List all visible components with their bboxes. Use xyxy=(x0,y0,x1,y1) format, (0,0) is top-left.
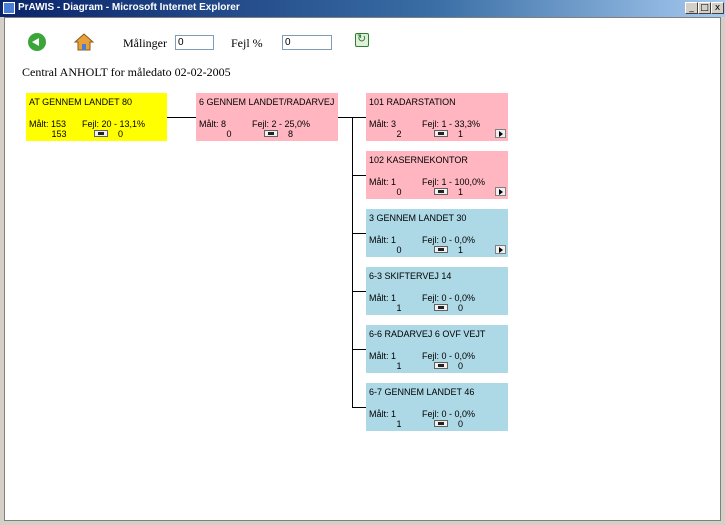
node-malt: Målt: 153 xyxy=(29,119,67,129)
expand-arrow-icon[interactable] xyxy=(495,245,506,254)
node-sub: 1 xyxy=(458,129,464,139)
node-title: 3 GENNEM LANDET 30 xyxy=(369,213,467,223)
node-malt: Målt: 3 xyxy=(369,119,397,129)
node-sub: 0 xyxy=(458,303,464,313)
connector-line xyxy=(352,349,366,350)
node-title: 6-7 GENNEM LANDET 46 xyxy=(369,387,475,397)
phone-icon[interactable] xyxy=(434,362,448,369)
page-content: Målinger Fejl % ↻ Central ANHOLT for mål… xyxy=(4,17,721,521)
phone-icon[interactable] xyxy=(264,130,278,137)
phone-icon[interactable] xyxy=(434,130,448,137)
app-icon xyxy=(3,2,15,14)
page-heading: Central ANHOLT for måledato 02-02-2005 xyxy=(22,65,231,79)
node-count: 153 xyxy=(51,129,67,139)
node-sub: 0 xyxy=(458,361,464,371)
node-malt: Målt: 1 xyxy=(369,351,397,361)
node-title: 6-6 RADARVEJ 6 OVF VEJT xyxy=(369,329,486,339)
node-fejl: Fejl: 20 - 13,1% xyxy=(82,119,146,129)
fejl-label: Fejl % xyxy=(231,36,263,50)
node-title: AT GENNEM LANDET 80 xyxy=(29,97,133,107)
minimize-button[interactable]: _ xyxy=(685,2,698,14)
connector-line xyxy=(352,291,366,292)
node-title: 102 KASERNEKONTOR xyxy=(369,155,468,165)
node-mid[interactable]: 6 GENNEM LANDET/RADARVEJ Målt: 8 Fejl: 2… xyxy=(196,93,338,141)
node-count: 2 xyxy=(396,129,402,139)
phone-icon[interactable] xyxy=(434,304,448,311)
back-icon[interactable] xyxy=(28,33,46,51)
node-fejl: Fejl: 0 - 0,0% xyxy=(422,235,476,245)
node-child-3[interactable]: 3 GENNEM LANDET 30 Målt: 1 Fejl: 0 - 0,0… xyxy=(366,209,508,257)
node-child-4[interactable]: 6-3 SKIFTERVEJ 14 Målt: 1 Fejl: 0 - 0,0%… xyxy=(366,267,508,315)
connector-trunk xyxy=(352,117,353,407)
node-count: 1 xyxy=(396,361,402,371)
phone-icon[interactable] xyxy=(434,188,448,195)
node-sub: 0 xyxy=(458,419,464,429)
node-count: 0 xyxy=(396,187,402,197)
node-malt: Målt: 1 xyxy=(369,409,397,419)
connector-line xyxy=(352,233,366,234)
node-title: 6 GENNEM LANDET/RADARVEJ xyxy=(199,97,335,107)
phone-icon[interactable] xyxy=(434,246,448,253)
window-titlebar: PrAWIS - Diagram - Microsoft Internet Ex… xyxy=(0,0,725,17)
close-button[interactable]: x xyxy=(711,2,724,14)
node-root[interactable]: AT GENNEM LANDET 80 Målt: 153 Fejl: 20 -… xyxy=(26,93,167,141)
node-child-6[interactable]: 6-7 GENNEM LANDET 46 Målt: 1 Fejl: 0 - 0… xyxy=(366,383,508,431)
phone-icon[interactable] xyxy=(94,130,108,137)
node-sub: 0 xyxy=(118,129,124,139)
node-malt: Målt: 1 xyxy=(369,293,397,303)
fejl-input[interactable] xyxy=(282,35,332,50)
node-sub: 1 xyxy=(458,245,464,255)
node-child-2[interactable]: 102 KASERNEKONTOR Målt: 1 Fejl: 1 - 100,… xyxy=(366,151,508,199)
malinger-input[interactable] xyxy=(175,35,214,50)
node-count: 1 xyxy=(396,419,402,429)
node-sub: 8 xyxy=(288,129,294,139)
node-title: 101 RADARSTATION xyxy=(369,97,456,107)
node-count: 1 xyxy=(396,303,402,313)
node-child-1[interactable]: 101 RADARSTATION Målt: 3 Fejl: 1 - 33,3%… xyxy=(366,93,508,141)
expand-arrow-icon[interactable] xyxy=(495,187,506,196)
phone-icon[interactable] xyxy=(434,420,448,427)
node-count: 0 xyxy=(396,245,402,255)
node-child-5[interactable]: 6-6 RADARVEJ 6 OVF VEJT Målt: 1 Fejl: 0 … xyxy=(366,325,508,373)
node-title: 6-3 SKIFTERVEJ 14 xyxy=(369,271,452,281)
node-malt: Målt: 1 xyxy=(369,177,397,187)
node-fejl: Fejl: 0 - 0,0% xyxy=(422,293,476,303)
node-fejl: Fejl: 1 - 33,3% xyxy=(422,119,481,129)
connector-line xyxy=(167,117,196,118)
node-sub: 1 xyxy=(458,187,464,197)
node-fejl: Fejl: 1 - 100,0% xyxy=(422,177,486,187)
node-fejl: Fejl: 0 - 0,0% xyxy=(422,351,476,361)
malinger-label: Målinger xyxy=(123,36,167,50)
node-malt: Målt: 1 xyxy=(369,235,397,245)
node-fejl: Fejl: 0 - 0,0% xyxy=(422,409,476,419)
node-malt: Målt: 8 xyxy=(199,119,227,129)
node-count: 0 xyxy=(226,129,232,139)
maximize-button[interactable]: □ xyxy=(698,2,711,14)
node-fejl: Fejl: 2 - 25,0% xyxy=(252,119,311,129)
expand-arrow-icon[interactable] xyxy=(495,129,506,138)
home-icon[interactable] xyxy=(74,32,94,52)
connector-line xyxy=(352,407,366,408)
connector-line xyxy=(352,175,366,176)
window-title: PrAWIS - Diagram - Microsoft Internet Ex… xyxy=(18,2,240,13)
refresh-icon[interactable]: ↻ xyxy=(355,32,369,47)
